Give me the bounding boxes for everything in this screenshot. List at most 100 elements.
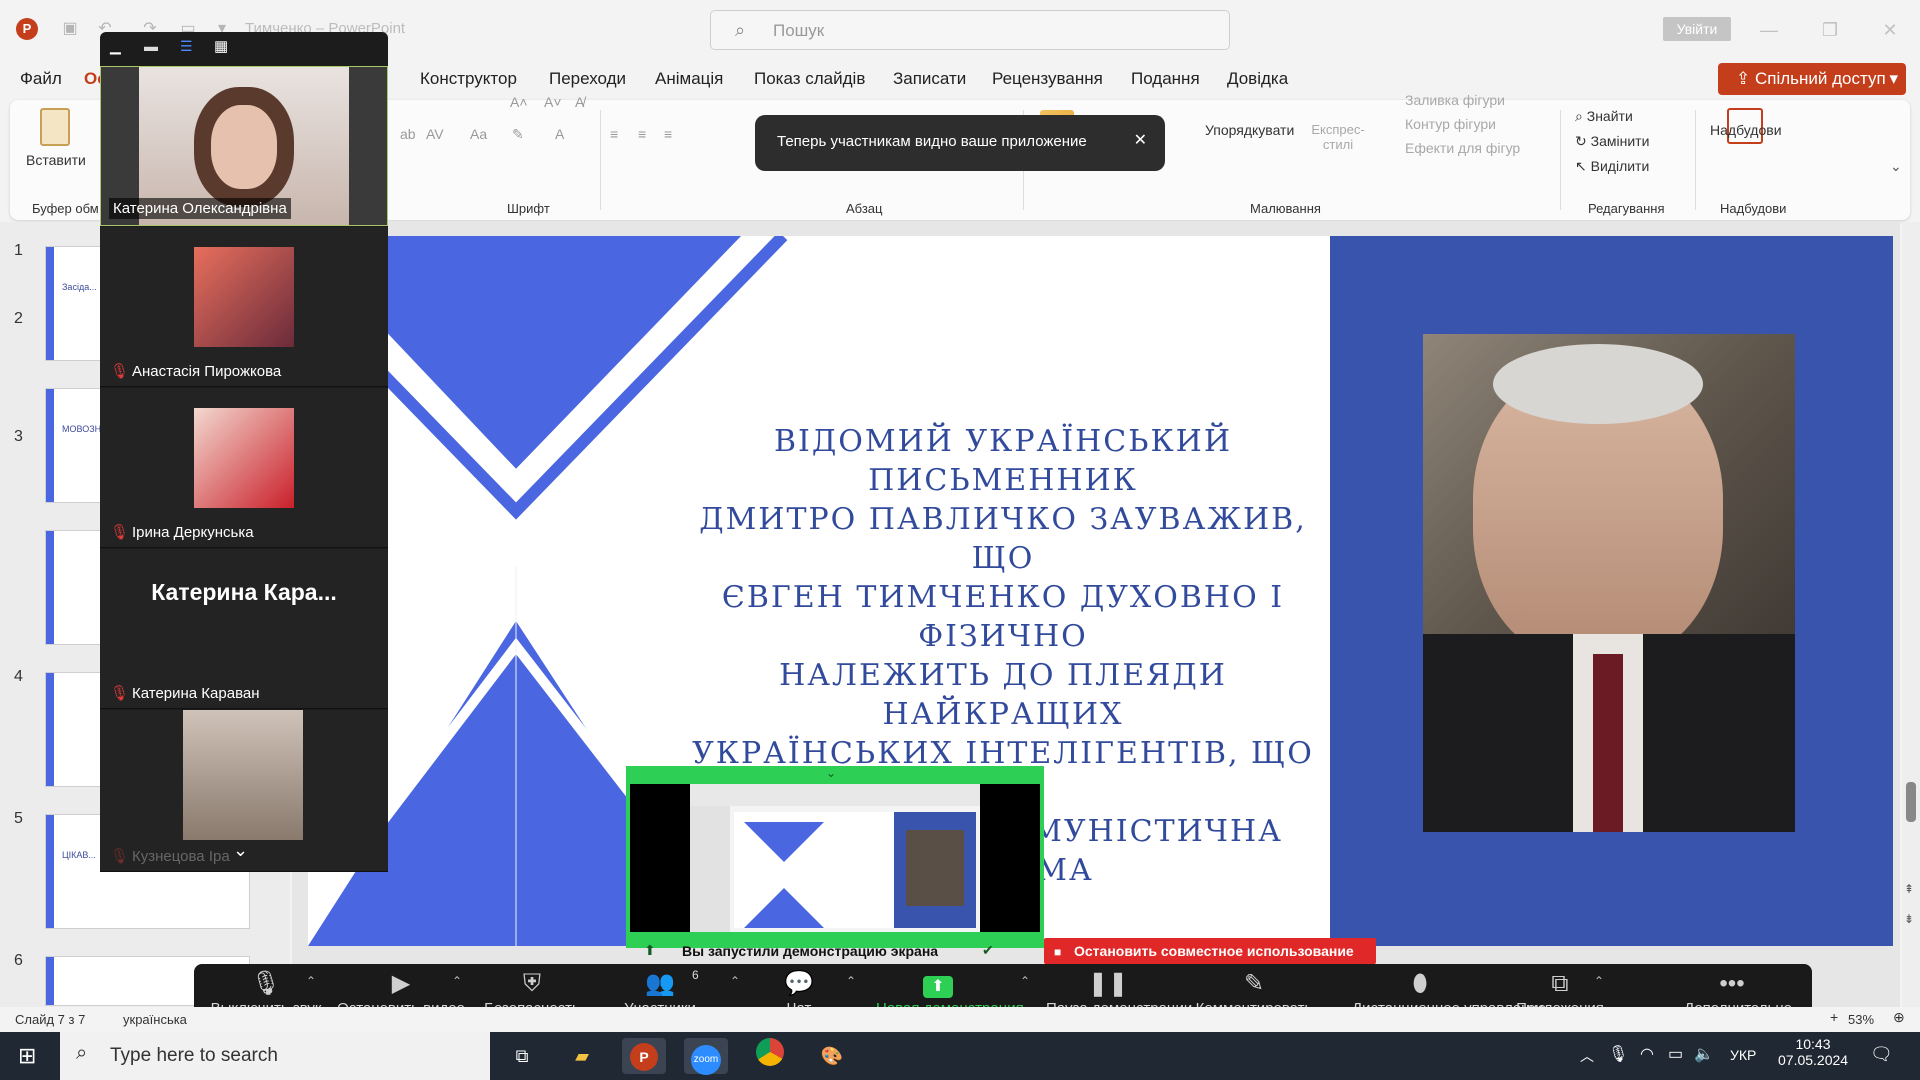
participant-tile[interactable]: 🎙 Ірина Деркунська	[100, 388, 388, 548]
zoom-level[interactable]: 53%	[1848, 1012, 1874, 1027]
save-icon[interactable]: ▣	[60, 19, 80, 39]
participant-tile[interactable]: 🎙 Анастасія Пирожкова	[100, 227, 388, 387]
arrange-button[interactable]: Упорядкувати	[1205, 122, 1294, 138]
tab-record[interactable]: Записати	[893, 69, 966, 89]
current-slide[interactable]: ВІДОМИЙ УКРАЇНСЬКИЙ ПИСЬМЕННИК ДМИТРО ПА…	[308, 236, 1893, 946]
paste-icon[interactable]	[40, 108, 70, 146]
task-view-icon[interactable]: ⧉	[500, 1038, 544, 1074]
close-icon[interactable]: ✕	[1875, 16, 1905, 44]
share-arrow-icon: ⬆	[644, 942, 656, 958]
search-input[interactable]: ⌕ Пошук	[710, 10, 1230, 50]
participant-face	[211, 105, 277, 189]
participants-options-chevron-icon[interactable]: ⌃	[730, 974, 740, 988]
gallery-strip-icon[interactable]: ▬	[144, 38, 158, 54]
chat-options-chevron-icon[interactable]: ⌃	[846, 974, 856, 988]
paragraph-group-label: Абзац	[846, 201, 883, 216]
clock[interactable]: 10:43 07.05.2024	[1778, 1036, 1848, 1068]
zoom-taskbar-icon[interactable]: zoom	[684, 1038, 728, 1075]
shape-fill-button[interactable]: Заливка фігури	[1405, 92, 1505, 108]
clear-format-icon[interactable]: A̸	[575, 94, 584, 110]
participant-tile[interactable]: 🎙 Кузнецова Іра ⌄	[100, 710, 388, 872]
shape-outline-button[interactable]: Контур фігури	[1405, 116, 1496, 132]
language-indicator[interactable]: українська	[123, 1012, 187, 1027]
video-options-chevron-icon[interactable]: ⌃	[452, 974, 462, 988]
shape-effects-button[interactable]: Ефекти для фігур	[1405, 140, 1520, 156]
share-button[interactable]: ⇪ Спільний доступ ▾	[1718, 63, 1906, 95]
replace-button[interactable]: ↻ Замінити	[1575, 133, 1649, 150]
thumbnail-sidebar	[690, 806, 730, 932]
zoom-notification: Теперь участникам видно ваше приложение …	[755, 115, 1165, 171]
taskbar-search-input[interactable]: ⌕ Type here to search	[60, 1032, 490, 1080]
decrease-font-icon[interactable]: A˅	[544, 94, 562, 110]
file-explorer-icon[interactable]: ▰	[560, 1038, 604, 1074]
select-button[interactable]: ↖ Виділити	[1575, 158, 1649, 175]
align-right-icon[interactable]: ≡	[664, 126, 672, 142]
volume-icon[interactable]: 🔈	[1694, 1044, 1714, 1064]
scroll-down-icon[interactable]: ⌄	[233, 840, 248, 861]
participant-tile[interactable]: Катерина Олександрівна	[100, 66, 388, 226]
prev-slide-icon[interactable]: ⇞	[1904, 882, 1914, 896]
collapse-preview-icon[interactable]: ⌄	[826, 766, 836, 780]
participants-count: 6	[692, 968, 699, 982]
tab-view[interactable]: Подання	[1131, 69, 1200, 89]
share-options-chevron-icon[interactable]: ⌃	[1020, 974, 1030, 988]
participant-tile[interactable]: Катерина Кара... 🎙 Катерина Караван	[100, 549, 388, 709]
quote-line: НАЛЕЖИТЬ ДО ПЛЕЯДИ НАЙКРАЩИХ	[779, 658, 1227, 732]
wifi-icon[interactable]: ◠	[1640, 1044, 1654, 1064]
signin-button[interactable]: Увійти	[1663, 17, 1731, 41]
stop-share-button[interactable]: ■ Остановить совместное использование	[1044, 938, 1376, 964]
stop-icon: ■	[1054, 945, 1062, 959]
speaker-view-icon[interactable]: ☰	[180, 38, 193, 55]
highlight-icon[interactable]: ✎	[512, 126, 524, 143]
strikethrough-icon[interactable]: ab	[400, 126, 416, 142]
muted-mic-icon: 🎙	[110, 848, 130, 865]
restore-icon[interactable]: ❐	[1815, 16, 1845, 44]
tab-transitions[interactable]: Переходи	[549, 69, 626, 89]
tab-design[interactable]: Конструктор	[420, 69, 517, 89]
chrome-icon[interactable]	[748, 1038, 792, 1074]
change-case-icon[interactable]: Aa	[470, 126, 487, 142]
participant-initials-name: Катерина Кара...	[151, 579, 337, 605]
scroll-thumb[interactable]	[1906, 782, 1916, 822]
minimize-icon[interactable]: —	[1754, 16, 1784, 44]
apps-options-chevron-icon[interactable]: ⌃	[1594, 974, 1604, 988]
battery-icon[interactable]: ▭	[1668, 1044, 1683, 1064]
slide-number: 3	[14, 428, 23, 445]
microphone-tray-icon[interactable]: 🎙	[1608, 1044, 1628, 1064]
slide-number: 4	[14, 668, 23, 685]
powerpoint-taskbar-icon[interactable]: P	[622, 1038, 666, 1074]
show-hidden-icons-icon[interactable]: ︿	[1580, 1046, 1594, 1066]
font-color-icon[interactable]: A	[555, 126, 564, 142]
addins-button[interactable]: Надбудови	[1710, 122, 1782, 138]
char-spacing-icon[interactable]: AV	[426, 126, 444, 142]
gallery-view-icon[interactable]: ▦	[214, 37, 228, 55]
quick-styles-button[interactable]: Експрес-стилі	[1308, 122, 1368, 152]
zoom-in-icon[interactable]: +	[1830, 1009, 1838, 1025]
pencil-icon: ✎	[1243, 970, 1265, 997]
paint-icon[interactable]: 🎨	[810, 1038, 854, 1074]
thumbnail-slide	[734, 812, 976, 928]
next-slide-icon[interactable]: ⇟	[1904, 912, 1914, 926]
tab-review[interactable]: Рецензування	[992, 69, 1103, 89]
paste-button[interactable]: Вставити	[26, 152, 86, 168]
tab-help[interactable]: Довідка	[1227, 69, 1288, 89]
tab-animations[interactable]: Анімація	[655, 69, 723, 89]
close-notification-icon[interactable]: ✕	[1134, 130, 1147, 150]
search-icon: ⌕	[76, 1042, 88, 1064]
participant-name: Катерина Олександрівна	[109, 198, 291, 219]
tab-slideshow[interactable]: Показ слайдів	[754, 69, 865, 89]
find-button[interactable]: ⌕ Знайти	[1575, 108, 1633, 125]
vertical-scrollbar[interactable]: ⇞ ⇟	[1902, 222, 1920, 1007]
share-preview-window[interactable]: ⌄	[626, 766, 1044, 948]
notifications-icon[interactable]: 🗨	[1870, 1044, 1893, 1065]
windows-start-icon[interactable]: ⊞	[18, 1044, 42, 1068]
tab-file[interactable]: Файл	[20, 69, 62, 89]
increase-font-icon[interactable]: A˄	[510, 94, 528, 110]
collapse-ribbon-icon[interactable]: ⌄	[1890, 158, 1902, 175]
align-center-icon[interactable]: ≡	[638, 126, 646, 142]
align-left-icon[interactable]: ≡	[610, 126, 618, 142]
input-language[interactable]: УКР	[1730, 1047, 1756, 1063]
audio-options-chevron-icon[interactable]: ⌃	[306, 974, 316, 988]
minimize-icon[interactable]: ▁	[110, 38, 121, 55]
fit-slide-icon[interactable]: ⊕	[1893, 1009, 1905, 1026]
